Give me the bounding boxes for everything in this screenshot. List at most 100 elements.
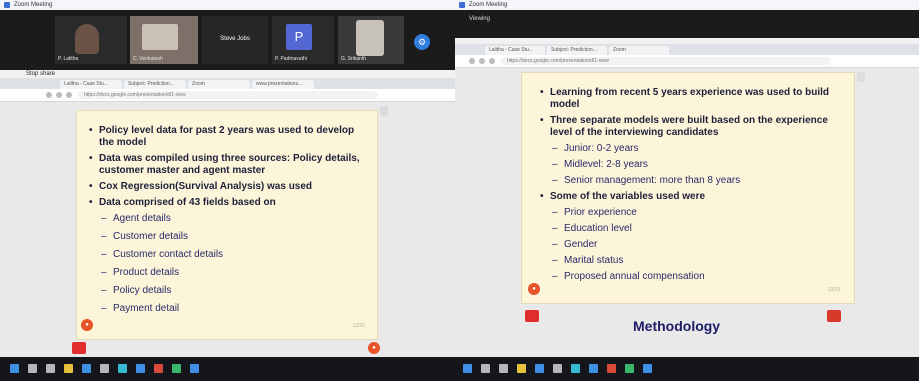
browser-tab[interactable]: Lalitha - Case Stu... (485, 46, 545, 55)
left-screen: Zoom Meeting P. Lalitha C. Venkatesh Ste… (0, 0, 455, 381)
participant-video (142, 24, 178, 50)
participant-name: P. Padmavathi (275, 56, 307, 62)
stop-share-button[interactable]: Stop share (26, 71, 55, 77)
browser-tab[interactable]: Lalitha - Case Stu... (60, 80, 122, 89)
bullet-item: Cox Regression(Survival Analysis) was us… (89, 181, 369, 193)
scrollbar-thumb[interactable] (857, 72, 865, 82)
sub-bullet-item: Gender (540, 239, 844, 251)
right-screen: Zoom Meeting Viewing Lalitha - Case Stu.… (455, 0, 919, 381)
viewing-label: Viewing (469, 16, 490, 22)
bullet-item: Learning from recent 5 years experience … (540, 87, 844, 111)
address-row: https://docs.google.com/presentation/d/1… (0, 89, 455, 102)
sub-bullet-item: Junior: 0-2 years (540, 143, 844, 155)
participant-tile[interactable]: G. Srikanth (338, 16, 404, 64)
sub-bullet-item: Prior experience (540, 207, 844, 219)
word-icon[interactable] (589, 364, 598, 373)
gear-icon[interactable]: ⚙ (414, 34, 430, 50)
window-titlebar[interactable]: Zoom Meeting (0, 0, 455, 10)
slide-number: 13/20 (827, 287, 840, 293)
address-bar[interactable]: https://docs.google.com/presentation/d/1… (501, 57, 831, 65)
sub-bullet-item: Product details (89, 267, 369, 279)
participant-strip: P. Lalitha C. Venkatesh Steve Jobs P P. … (0, 10, 455, 70)
slide-bullet-list: Learning from recent 5 years experience … (540, 87, 844, 287)
calendar-icon[interactable] (118, 364, 127, 373)
powerpoint-icon[interactable] (154, 364, 163, 373)
sub-bullet-item: Policy details (89, 285, 369, 297)
company-logo-icon: ● (368, 342, 380, 354)
sub-bullet-item: Payment detail (89, 303, 369, 315)
address-bar[interactable]: https://docs.google.com/presentation/d/1… (78, 91, 378, 99)
back-icon[interactable] (469, 58, 475, 64)
sub-bullet-item: Proposed annual compensation (540, 271, 844, 283)
address-row: https://docs.google.com/presentation/d/1… (455, 55, 919, 68)
viewing-bar: Viewing (455, 10, 919, 38)
scrollbar-thumb[interactable] (380, 106, 388, 116)
participant-name: Steve Jobs (220, 36, 250, 42)
word-icon[interactable] (136, 364, 145, 373)
sub-bullet-item: Customer contact details (89, 249, 369, 261)
participant-avatar: P (286, 24, 312, 50)
participant-tile[interactable]: C. Venkatesh (130, 16, 198, 64)
start-icon[interactable] (463, 364, 472, 373)
search-icon[interactable] (28, 364, 37, 373)
mail-icon[interactable] (100, 364, 109, 373)
bullet-item: Policy level data for past 2 years was u… (89, 125, 369, 149)
calendar-icon[interactable] (571, 364, 580, 373)
slide: Policy level data for past 2 years was u… (76, 110, 378, 340)
participant-name: G. Srikanth (341, 56, 367, 62)
participant-tile[interactable]: P P. Padmavathi (272, 16, 334, 64)
next-slide-heading: Methodology (633, 318, 721, 334)
bullet-item: Three separate models were built based o… (540, 115, 844, 139)
task-view-icon[interactable] (46, 364, 55, 373)
taskbar (0, 357, 455, 381)
sub-bullet-item: Midlevel: 2-8 years (540, 159, 844, 171)
slide-bullet-list: Policy level data for past 2 years was u… (89, 125, 369, 321)
bullet-item: Data comprised of 43 fields based on (89, 197, 369, 209)
sub-bullet-item: Marital status (540, 255, 844, 267)
zoom-icon[interactable] (190, 364, 199, 373)
window-title: Zoom Meeting (14, 2, 53, 8)
reload-icon[interactable] (489, 58, 495, 64)
forward-icon[interactable] (479, 58, 485, 64)
participant-name: C. Venkatesh (133, 56, 163, 62)
company-logo-icon: ● (528, 283, 540, 295)
browser-tab-bar: Lalitha - Case Stu... Subject: Predictio… (455, 44, 919, 55)
slide-viewer: Policy level data for past 2 years was u… (0, 102, 455, 357)
forward-icon[interactable] (56, 92, 62, 98)
company-logo-icon: ● (81, 319, 93, 331)
search-icon[interactable] (481, 364, 490, 373)
file-explorer-icon[interactable] (64, 364, 73, 373)
bullet-item: Data was compiled using three sources: P… (89, 153, 369, 177)
slide-viewer: Learning from recent 5 years experience … (455, 68, 919, 357)
file-explorer-icon[interactable] (517, 364, 526, 373)
reload-icon[interactable] (66, 92, 72, 98)
zoom-icon[interactable] (643, 364, 652, 373)
zoom-app-icon (4, 2, 10, 8)
window-titlebar[interactable]: Zoom Meeting (455, 0, 919, 10)
chrome-icon[interactable] (172, 364, 181, 373)
start-icon[interactable] (10, 364, 19, 373)
sub-bullet-item: Senior management: more than 8 years (540, 175, 844, 187)
powerpoint-icon[interactable] (607, 364, 616, 373)
browser-tab[interactable]: Subject: Prediction... (124, 80, 186, 89)
task-view-icon[interactable] (499, 364, 508, 373)
recording-icon (827, 310, 841, 322)
sub-bullet-item: Agent details (89, 213, 369, 225)
participant-tile[interactable]: P. Lalitha (55, 16, 127, 64)
slide: Learning from recent 5 years experience … (521, 72, 855, 304)
browser-tab[interactable]: Subject: Prediction... (547, 46, 607, 55)
browser-tab[interactable]: Zoom (188, 80, 250, 89)
browser-tab[interactable]: Zoom (609, 46, 669, 55)
store-icon[interactable] (535, 364, 544, 373)
browser-tab-bar: Lalitha - Case Stu... Subject: Predictio… (0, 78, 455, 89)
recording-icon (72, 342, 86, 354)
participant-video (356, 20, 384, 56)
participant-tile[interactable]: Steve Jobs (202, 16, 268, 64)
chrome-icon[interactable] (625, 364, 634, 373)
mail-icon[interactable] (553, 364, 562, 373)
participant-video (75, 24, 99, 54)
store-icon[interactable] (82, 364, 91, 373)
back-icon[interactable] (46, 92, 52, 98)
slide-number: 12/20 (352, 323, 365, 329)
browser-tab[interactable]: www.prezentations... (252, 80, 314, 89)
